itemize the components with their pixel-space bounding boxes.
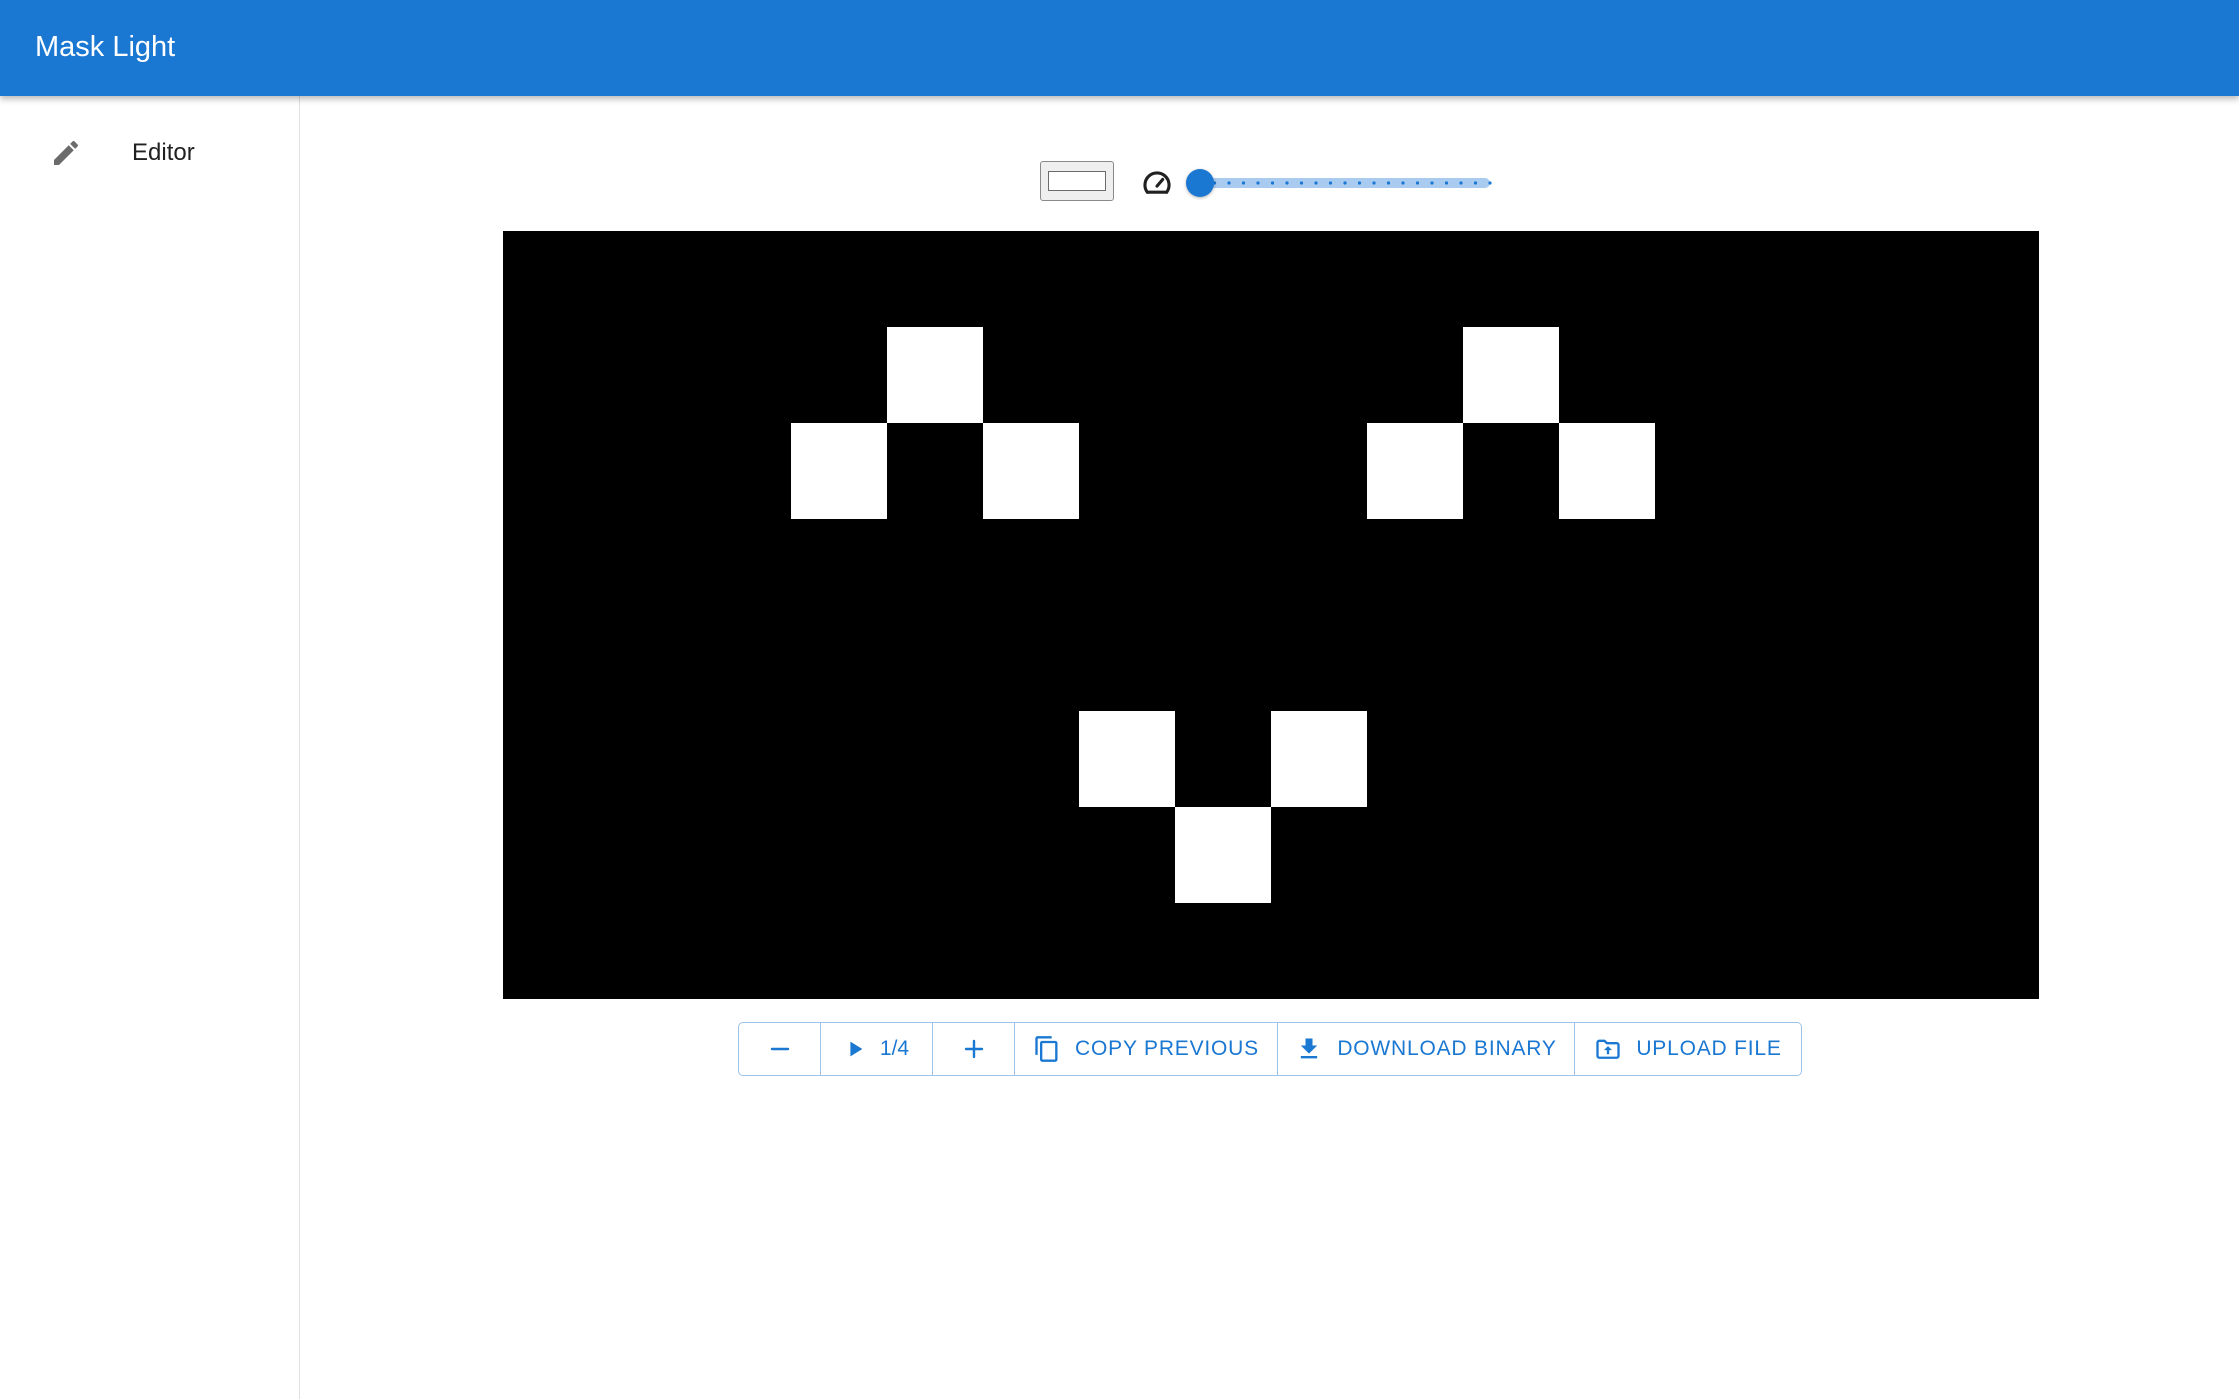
upload-file-button[interactable]: Upload file: [1575, 1023, 1801, 1075]
slider-tick: [1328, 181, 1333, 185]
lit-pixel[interactable]: [1463, 327, 1559, 423]
lit-pixel[interactable]: [791, 423, 887, 519]
drawer-item-editor[interactable]: Editor: [0, 116, 299, 188]
slider-tick: [1444, 181, 1449, 185]
slider-tick: [1488, 181, 1492, 185]
slider-tick: [1343, 181, 1347, 185]
lit-pixel[interactable]: [1079, 711, 1175, 807]
play-button[interactable]: 1/4: [821, 1023, 933, 1075]
slider-tick: [1401, 181, 1405, 185]
slider-tick: [1372, 181, 1376, 185]
lit-pixel[interactable]: [1271, 711, 1367, 807]
slider-tick: [1299, 181, 1304, 185]
lit-pixel[interactable]: [983, 423, 1079, 519]
copy-icon: [1035, 1036, 1058, 1062]
slider-tick: [1256, 181, 1260, 185]
lit-pixel[interactable]: [1367, 423, 1463, 519]
slider-tick: [1314, 181, 1318, 185]
slider-tick: [1473, 181, 1478, 185]
app-bar: Mask Light: [0, 0, 2239, 96]
speed-slider[interactable]: [1186, 166, 1506, 200]
slider-tick: [1227, 181, 1231, 185]
plus-icon: [964, 1039, 983, 1059]
slider-tick: [1415, 181, 1420, 185]
upload-file-label: Upload file: [1636, 1037, 1782, 1060]
slider-tick: [1386, 181, 1391, 185]
led-matrix-canvas[interactable]: [503, 231, 2039, 999]
copy-previous-label: Copy previous: [1075, 1037, 1259, 1060]
drawer-item-label: Editor: [132, 139, 195, 166]
slider-tick: [1357, 181, 1362, 185]
add-frame-button[interactable]: [933, 1023, 1015, 1075]
app-title: Mask Light: [35, 31, 176, 63]
slider-tick: [1270, 181, 1275, 185]
navigation-drawer: Editor: [0, 96, 300, 1399]
lit-pixel[interactable]: [887, 327, 983, 423]
download-binary-button[interactable]: Download binary: [1278, 1023, 1575, 1075]
play-icon: [850, 1041, 863, 1057]
slider-tick: [1430, 181, 1434, 185]
lit-pixel[interactable]: [1559, 423, 1655, 519]
slider-tick-marks: [1198, 181, 1492, 185]
speedometer-icon: [1143, 171, 1171, 194]
color-picker[interactable]: [1040, 161, 1114, 201]
remove-frame-button[interactable]: [739, 1023, 821, 1075]
slider-tick: [1285, 181, 1289, 185]
download-binary-label: Download binary: [1337, 1037, 1557, 1060]
frame-indicator: 1/4: [879, 1037, 910, 1060]
copy-previous-button[interactable]: Copy previous: [1015, 1023, 1278, 1075]
slider-thumb[interactable]: [1186, 169, 1214, 197]
lit-pixel[interactable]: [1175, 807, 1271, 903]
download-icon: [1301, 1038, 1318, 1059]
slider-tick: [1241, 181, 1246, 185]
frame-controls: 1/4 Copy previous Download binary Upload…: [738, 1022, 1802, 1076]
minus-icon: [770, 1047, 789, 1051]
color-picker-swatch: [1048, 171, 1106, 191]
pencil-icon: [54, 140, 79, 165]
folder-upload-icon: [1596, 1039, 1620, 1059]
slider-tick: [1459, 181, 1463, 185]
